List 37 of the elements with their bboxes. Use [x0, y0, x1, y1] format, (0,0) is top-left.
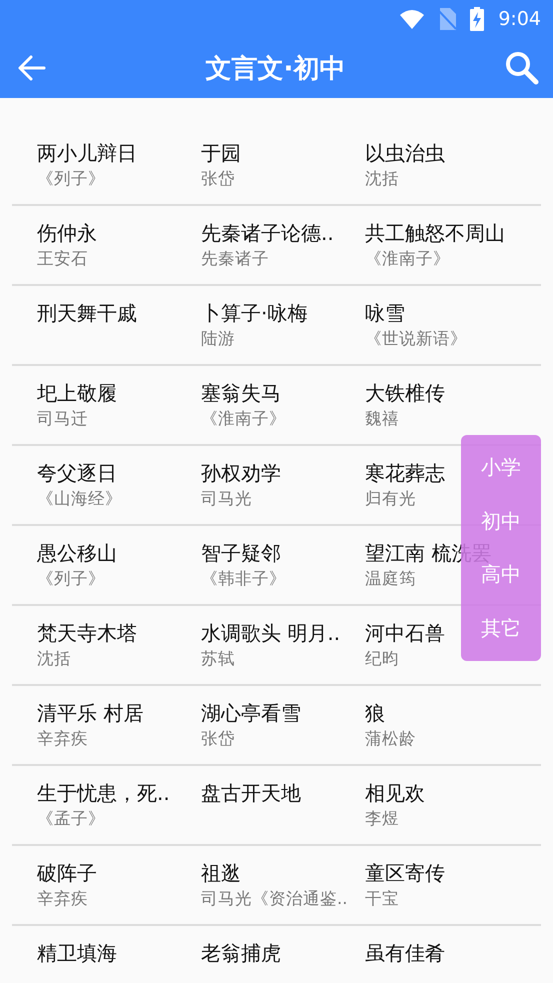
- no-sim-icon: [438, 8, 456, 30]
- text-item[interactable]: 愚公移山 《列子》: [37, 526, 201, 604]
- text-item[interactable]: 虽有佳肴: [365, 926, 541, 983]
- text-item[interactable]: 以虫治虫 沈括: [365, 126, 541, 204]
- text-item[interactable]: 祖逖 司马光《资治通鉴..: [201, 846, 365, 924]
- text-item[interactable]: 于园 张岱: [201, 126, 365, 204]
- search-icon[interactable]: [504, 51, 539, 85]
- text-item[interactable]: 两小儿辩日 《列子》: [37, 126, 201, 204]
- text-item[interactable]: 智子疑邻 《韩非子》: [201, 526, 365, 604]
- text-item[interactable]: 先秦诸子论德.. 先秦诸子: [201, 206, 365, 284]
- text-item[interactable]: 伤仲永 王安石: [37, 206, 201, 284]
- text-item[interactable]: 水调歌头 明月.. 苏轼: [201, 606, 365, 684]
- text-item[interactable]: 狼 蒲松龄: [365, 686, 541, 764]
- text-item[interactable]: 精卫填海: [37, 926, 201, 983]
- screen-title: 文言文·初中: [206, 52, 346, 86]
- text-item[interactable]: 塞翁失马 《淮南子》: [201, 366, 365, 444]
- text-item[interactable]: 共工触怒不周山 《淮南子》: [365, 206, 541, 284]
- text-item[interactable]: 刑天舞干戚: [37, 286, 201, 364]
- text-item[interactable]: 咏雪 《世说新语》: [365, 286, 541, 364]
- text-item[interactable]: 圯上敬履 司马迁: [37, 366, 201, 444]
- text-item[interactable]: 大铁椎传 魏禧: [365, 366, 541, 444]
- status-time: 9:04: [498, 8, 541, 30]
- text-item[interactable]: 生于忧患，死.. 《孟子》: [37, 766, 201, 844]
- text-item[interactable]: 童区寄传 干宝: [365, 846, 541, 924]
- text-item[interactable]: 夸父逐日 《山海经》: [37, 446, 201, 524]
- wifi-icon: [400, 9, 424, 29]
- text-item[interactable]: 卜算子·咏梅 陆游: [201, 286, 365, 364]
- battery-charging-icon: [470, 7, 484, 31]
- text-item[interactable]: 破阵子 辛弃疾: [37, 846, 201, 924]
- back-icon[interactable]: [18, 55, 46, 81]
- text-item[interactable]: 盘古开天地: [201, 766, 365, 844]
- text-item[interactable]: 湖心亭看雪 张岱: [201, 686, 365, 764]
- text-item[interactable]: 相见欢 李煜: [365, 766, 541, 844]
- text-item[interactable]: 老翁捕虎: [201, 926, 365, 983]
- text-item[interactable]: 孙权劝学 司马光: [201, 446, 365, 524]
- text-item[interactable]: 梵天寺木塔 沈括: [37, 606, 201, 684]
- text-item[interactable]: 清平乐 村居 辛弃疾: [37, 686, 201, 764]
